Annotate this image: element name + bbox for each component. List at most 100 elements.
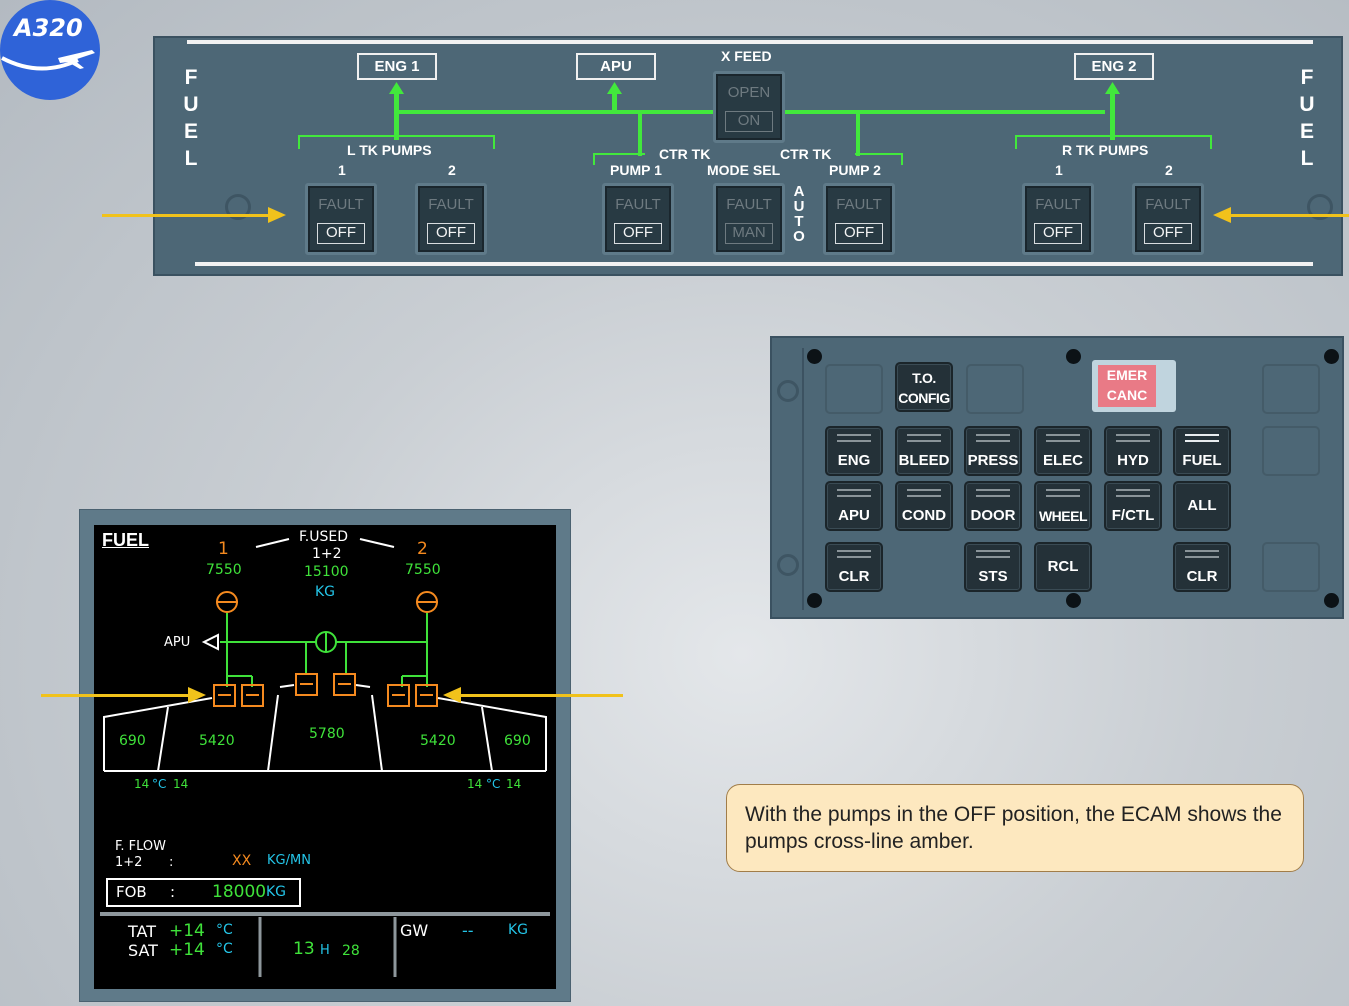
- clr-left-button[interactable]: CLR: [825, 542, 883, 592]
- ecam-control-panel: T.O. CONFIG EMER CANC ENG BLEED PRESS ELE…: [770, 336, 1344, 619]
- panel-rivet: [1324, 349, 1339, 364]
- fuel-flow-label: F. FLOW: [115, 839, 166, 854]
- overhead-fuel-panel: FUEL FUEL ENG 1 APU X FEED ENG 2 L TK PU…: [153, 36, 1343, 276]
- clr-right-button[interactable]: CLR: [1173, 542, 1231, 592]
- pointer-arrow-left-icon: [1213, 207, 1231, 223]
- ctr-tk-left-label: CTR TK: [659, 146, 711, 162]
- cond-page-button[interactable]: COND: [895, 481, 953, 531]
- eng1-fuel-used: 7550: [206, 562, 242, 578]
- fuel-page-lit-indicator: [1185, 434, 1219, 442]
- pointer-arrow-right-icon: [268, 207, 286, 223]
- panel-rivet: [1066, 349, 1081, 364]
- sts-button[interactable]: STS: [964, 542, 1022, 592]
- l-tk-pump-1-pushbutton[interactable]: FAULT OFF: [305, 183, 377, 255]
- hyd-page-button[interactable]: HYD: [1104, 426, 1162, 476]
- fault-legend: FAULT: [836, 196, 882, 213]
- elec-page-button[interactable]: ELEC: [1034, 426, 1092, 476]
- bleed-page-button[interactable]: BLEED: [895, 426, 953, 476]
- sat-unit: °C: [216, 941, 233, 957]
- xfeed-on-legend: ON: [725, 111, 773, 132]
- l-tk-pumps-label: L TK PUMPS: [347, 142, 432, 158]
- apu-page-button[interactable]: APU: [825, 481, 883, 531]
- eng-page-button[interactable]: ENG: [825, 426, 883, 476]
- ctr-tk-right-label: CTR TK: [780, 146, 832, 162]
- all-button[interactable]: ALL: [1173, 481, 1231, 531]
- eng2-label: ENG 2: [1074, 53, 1154, 80]
- xfeed-open-legend: OPEN: [727, 84, 771, 101]
- r-tk-pump-1-pushbutton[interactable]: FAULT OFF: [1022, 183, 1094, 255]
- fault-legend: FAULT: [1035, 196, 1081, 213]
- time-hours: 13: [293, 939, 315, 959]
- off-legend: OFF: [317, 223, 365, 244]
- apu-label: APU: [164, 635, 191, 650]
- tat-unit: °C: [216, 922, 233, 938]
- panel-top-rule: [187, 40, 1313, 44]
- r-tk-pumps-label: R TK PUMPS: [1062, 142, 1149, 158]
- fctl-page-button[interactable]: F/CTL: [1104, 481, 1162, 531]
- apu-label: APU: [576, 53, 656, 80]
- door-page-button[interactable]: DOOR: [964, 481, 1022, 531]
- left-temp-a: 14: [134, 777, 150, 791]
- eng1-number: 1: [218, 539, 229, 559]
- tat-value: +14: [169, 921, 205, 941]
- panel-bottom-rule: [195, 262, 1313, 266]
- l-tk-pump-2-pushbutton[interactable]: FAULT OFF: [415, 183, 487, 255]
- eng2-fuel-used: 7550: [405, 562, 441, 578]
- ctr-tk-pump-2-pushbutton[interactable]: FAULT OFF: [823, 183, 895, 255]
- ecam-display-frame: FUEL F.USED 1+2 1 2 7550 15100 7550 KG A…: [79, 509, 571, 1002]
- pointer-arrow-left-icon: [443, 687, 461, 703]
- eng1-label: ENG 1: [357, 53, 437, 80]
- auto-label: AUTO: [793, 183, 805, 245]
- pump1-label: PUMP 1: [610, 162, 662, 178]
- off-legend: OFF: [614, 223, 662, 244]
- time-hours-unit: H: [320, 943, 330, 958]
- mode-sel-label: MODE SEL: [707, 162, 781, 178]
- time-minutes: 28: [342, 943, 360, 959]
- fob-label: FOB: [116, 883, 147, 901]
- sat-value: +14: [169, 940, 205, 960]
- blank-slot: [1262, 364, 1320, 414]
- fused-sub-label: 1+2: [312, 546, 342, 562]
- pointer-arrow-line: [1230, 214, 1349, 217]
- total-fuel-used: 15100: [304, 564, 349, 580]
- panel-screw: [777, 554, 799, 576]
- r-tk-pump-2-pushbutton[interactable]: FAULT OFF: [1132, 183, 1204, 255]
- fob-colon: :: [170, 883, 176, 901]
- right-temp-a: 14: [467, 777, 483, 791]
- fob-unit: KG: [266, 884, 287, 900]
- rcl-button[interactable]: RCL: [1034, 542, 1092, 592]
- pump2-label: PUMP 2: [829, 162, 881, 178]
- a320-logo: A320: [0, 0, 100, 100]
- fob-value: 18000: [212, 882, 267, 902]
- fault-legend: FAULT: [428, 196, 474, 213]
- xfeed-pushbutton[interactable]: OPEN ON: [713, 71, 785, 143]
- fuel-page-button[interactable]: FUEL: [1173, 426, 1231, 476]
- emer-canc-button[interactable]: EMER CANC: [1092, 360, 1176, 412]
- fuel-flow-sub-label: 1+2: [115, 855, 143, 870]
- off-legend: OFF: [427, 223, 475, 244]
- eng2-number: 2: [417, 539, 428, 559]
- ctr-tk-mode-sel-pushbutton[interactable]: FAULT MAN: [713, 183, 785, 255]
- fuel-flow-colon: :: [169, 855, 174, 870]
- gw-label: GW: [400, 921, 429, 940]
- blank-slot: [966, 364, 1024, 414]
- man-legend: MAN: [725, 223, 773, 244]
- right-inner-tank-qty: 5420: [420, 733, 456, 749]
- l-pump-2-num: 2: [448, 162, 456, 178]
- right-outer-tank-qty: 690: [504, 733, 531, 749]
- off-legend: OFF: [1144, 223, 1192, 244]
- fuel-flow-unit: KG/MN: [267, 853, 311, 868]
- pointer-arrow-line: [460, 694, 623, 697]
- panel-rivet: [1066, 593, 1081, 608]
- blank-slot: [825, 364, 883, 414]
- fault-legend: FAULT: [1145, 196, 1191, 213]
- ecam-page-title: FUEL: [102, 530, 149, 550]
- to-config-button[interactable]: T.O. CONFIG: [895, 362, 953, 412]
- ctr-tk-pump-1-pushbutton[interactable]: FAULT OFF: [602, 183, 674, 255]
- panel-rivet: [807, 349, 822, 364]
- ecam-fuel-page: FUEL F.USED 1+2 1 2 7550 15100 7550 KG A…: [94, 525, 556, 989]
- press-page-button[interactable]: PRESS: [964, 426, 1022, 476]
- panel-rivet: [1324, 593, 1339, 608]
- wheel-page-button[interactable]: WHEEL: [1034, 481, 1092, 531]
- fused-label: F.USED: [299, 529, 349, 545]
